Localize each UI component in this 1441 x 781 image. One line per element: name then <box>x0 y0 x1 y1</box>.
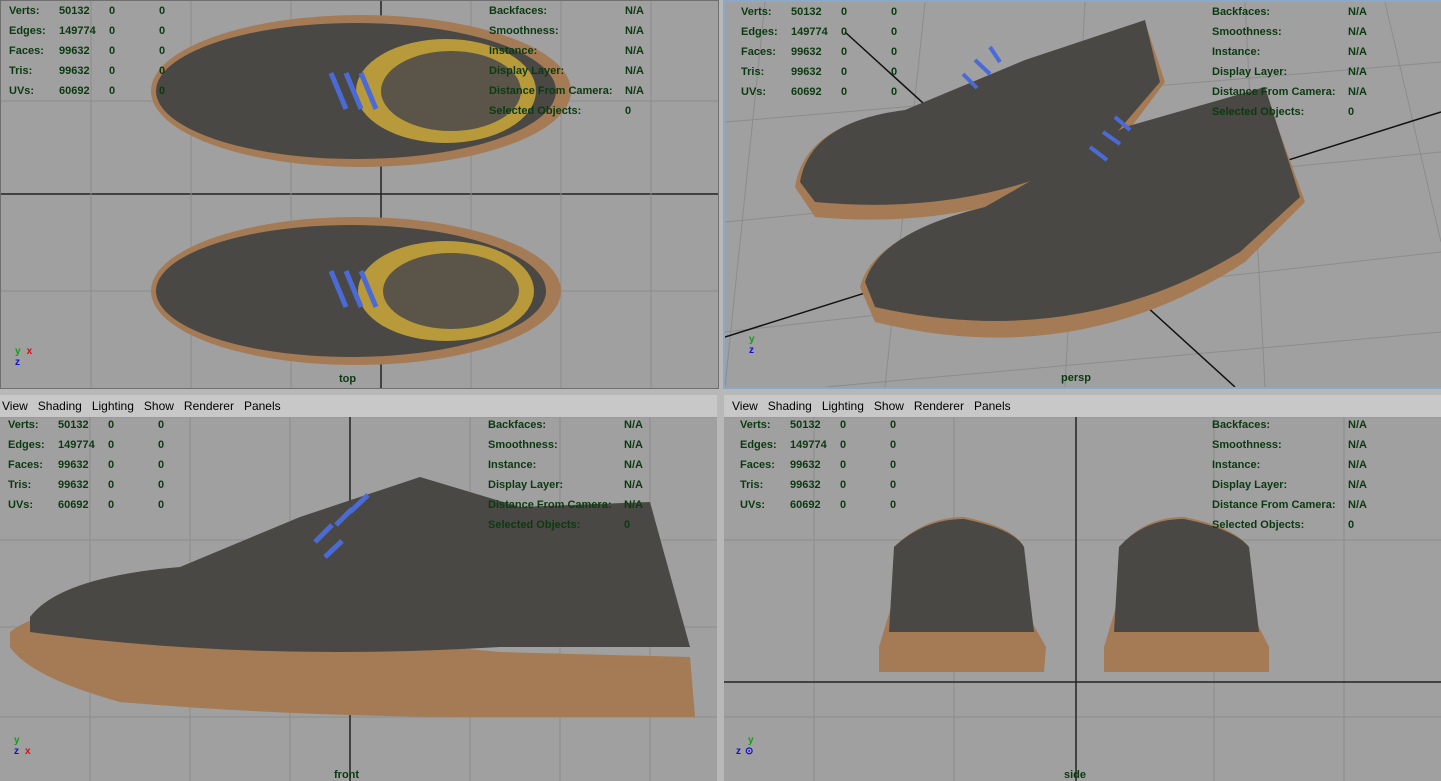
axis-y-label: y <box>748 735 754 746</box>
axis-y-label: y <box>15 346 21 357</box>
poly-count-stats: Verts: 50132 0 0 Edges: 149774 0 0 Faces: 99632… <box>9 5 166 97</box>
object-info-stats: Backfaces: N/A Smoothness: N/A Instance: N/… <box>488 419 643 531</box>
axis-z-label: z <box>749 345 754 356</box>
menu-lighting[interactable]: Lighting <box>817 399 869 413</box>
menu-view[interactable]: View <box>724 399 763 413</box>
poly-count-stats: Verts: 50132 0 0 Edges: 149774 0 0 Faces: 99632… <box>8 419 165 511</box>
axis-gizmo: yx z <box>15 346 32 368</box>
axis-gizmo: y zx <box>14 735 31 757</box>
axis-x-label: x <box>25 746 31 757</box>
shoe-top-2 <box>151 217 561 365</box>
menu-panels[interactable]: Panels <box>239 399 286 413</box>
viewport-side[interactable]: View Shading Lighting Show Renderer Pane… <box>724 395 1441 781</box>
poly-count-stats: Verts: 50132 0 0 Edges: 149774 0 0 Faces: 99632… <box>740 419 897 511</box>
viewport-persp[interactable]: Verts: 50132 0 0 Edges: 149774 0 0 Faces: 99632… <box>723 0 1441 389</box>
axis-z-label: z <box>15 357 20 368</box>
viewport-top[interactable]: Verts: 50132 0 0 Edges: 149774 0 0 Faces: 99632… <box>0 0 719 389</box>
menu-renderer[interactable]: Renderer <box>179 399 239 413</box>
object-info-stats: Backfaces: N/A Smoothness: N/A Instance: N/… <box>1212 6 1367 118</box>
axis-z-label: z <box>736 746 741 757</box>
menu-panels[interactable]: Panels <box>969 399 1016 413</box>
menu-renderer[interactable]: Renderer <box>909 399 969 413</box>
menu-show[interactable]: Show <box>139 399 179 413</box>
view-label-persp: persp <box>1061 372 1091 384</box>
axis-y-label: y <box>14 735 20 746</box>
axis-gizmo: y z <box>749 334 755 356</box>
poly-count-stats: Verts: 50132 0 0 Edges: 149774 0 0 Faces: 99632… <box>741 6 898 98</box>
axis-z-marker: ⊙ <box>745 746 754 757</box>
view-label-front: front <box>334 769 360 781</box>
axis-z-label: z <box>14 746 19 757</box>
menu-shading[interactable]: Shading <box>33 399 87 413</box>
menu-lighting[interactable]: Lighting <box>87 399 139 413</box>
axis-y-label: y <box>749 334 755 345</box>
menu-shading[interactable]: Shading <box>763 399 817 413</box>
view-label-side: side <box>1064 769 1087 781</box>
object-info-stats: Backfaces: N/A Smoothness: N/A Instance: N/… <box>1212 419 1367 531</box>
menu-view[interactable]: View <box>0 399 33 413</box>
menu-show[interactable]: Show <box>869 399 909 413</box>
view-label-top: top <box>339 373 357 385</box>
object-info-stats: Backfaces: N/A Smoothness: N/A Instance: N/… <box>489 5 644 117</box>
axis-x-label: x <box>26 346 33 357</box>
viewport-front[interactable]: View Shading Lighting Show Renderer Pane… <box>0 395 717 781</box>
axis-gizmo: y z ⊙ <box>736 735 754 757</box>
